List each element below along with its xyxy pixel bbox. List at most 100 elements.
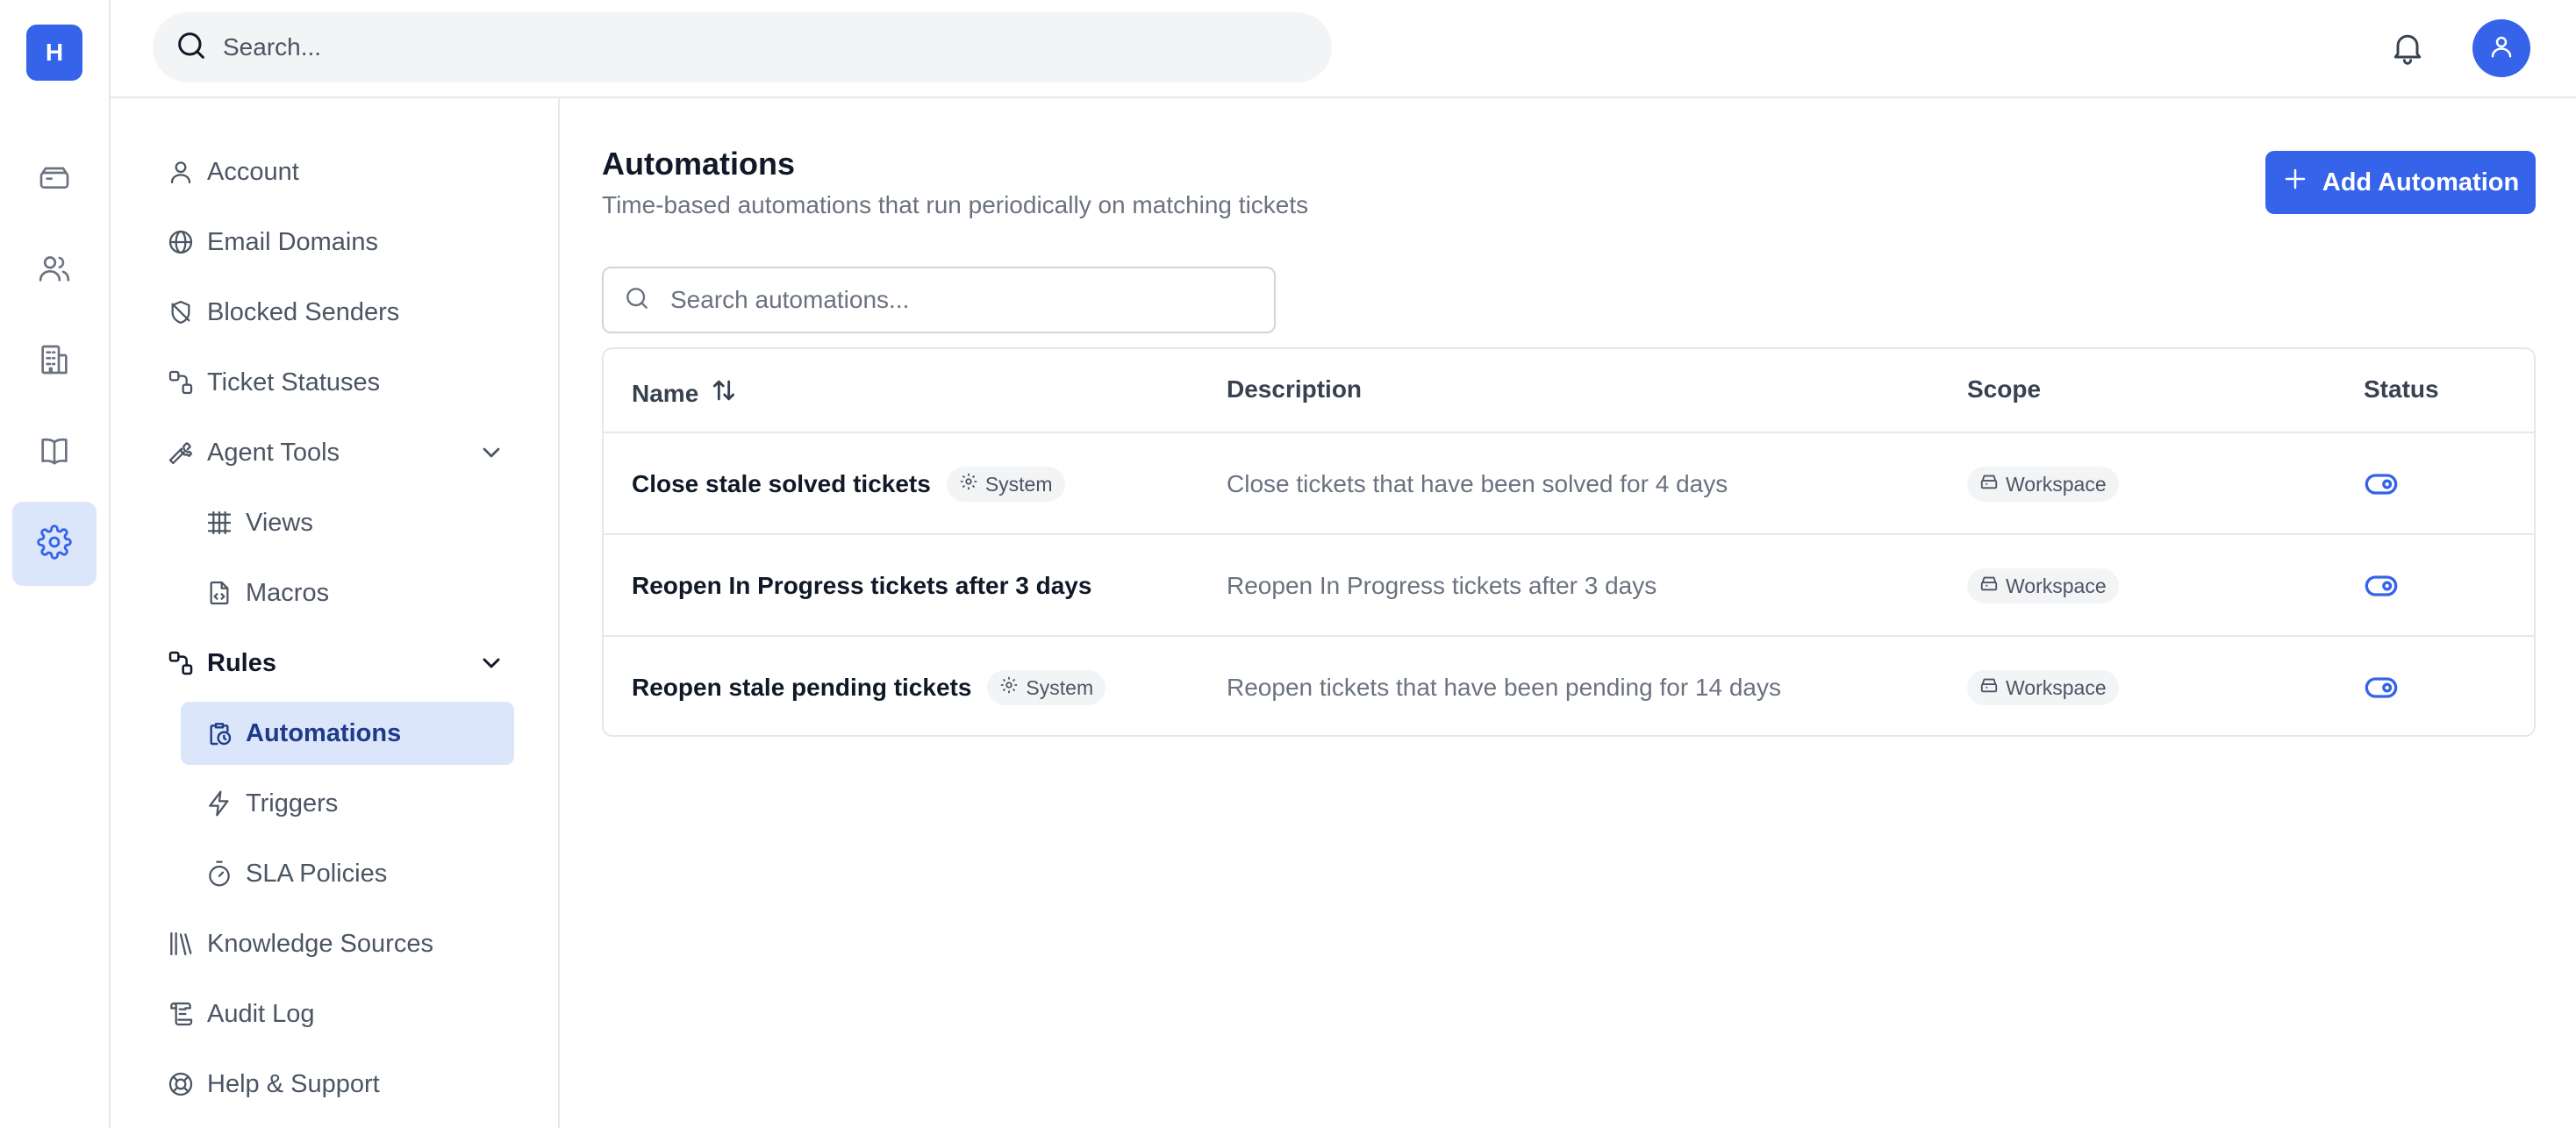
automation-name-cell: Reopen stale pending tickets System [632,637,1106,735]
nav-item-rules[interactable]: Rules [167,632,514,695]
wrench-icon [167,439,195,467]
sort-icon[interactable] [698,375,739,411]
settings-nav: Account Email Domains Blocked Senders Ti… [111,98,560,1128]
nav-item-label: Rules [207,648,276,677]
plus-icon [2282,166,2322,199]
automation-name-cell: Reopen In Progress tickets after 3 days [632,535,1091,637]
table-row[interactable]: Reopen stale pending tickets System Reop… [604,637,2534,735]
rail-contacts-button[interactable] [12,228,97,312]
rail-organizations-button[interactable] [12,319,97,403]
nav-item-knowledge-sources[interactable]: Knowledge Sources [167,912,514,975]
scope-cell: Workspace [1967,637,2119,735]
clipboard-clock-icon [205,719,233,747]
automations-search[interactable] [602,267,1276,333]
scope-badge: Workspace [1967,568,2119,603]
automation-description: Reopen In Progress tickets after 3 days [1227,572,1657,599]
automations-search-input[interactable] [670,286,1267,314]
table-row[interactable]: Close stale solved tickets System Close … [604,433,2534,535]
library-icon [167,930,195,958]
column-label: Name [632,379,699,407]
automation-name[interactable]: Reopen stale pending tickets [632,674,971,702]
status-toggle-icon[interactable] [2364,670,2399,705]
main-content: Automations Time-based automations that … [562,98,2576,1128]
nav-item-audit-log[interactable]: Audit Log [167,982,514,1046]
scope-label: Workspace [2006,472,2107,496]
nav-item-label: Automations [246,718,402,747]
nav-item-triggers[interactable]: Triggers [181,772,514,835]
add-automation-button[interactable]: Add Automation [2265,151,2536,214]
rail-knowledge-button[interactable] [12,411,97,495]
workflow-icon [167,649,195,677]
timer-icon [205,860,233,888]
column-header-scope: Scope [1967,375,2041,403]
nav-item-label: Account [207,157,299,186]
nav-item-agent-tools[interactable]: Agent Tools [167,421,514,484]
search-icon [623,284,651,317]
column-label: Status [2364,375,2439,403]
inbox-icon [37,160,72,199]
life-buoy-icon [167,1070,195,1098]
user-icon [2488,33,2515,64]
notifications-button[interactable] [2381,23,2434,75]
bell-icon [2388,28,2427,71]
status-cell [2364,637,2399,735]
nav-item-label: Macros [246,578,330,607]
nav-item-automations[interactable]: Automations [181,702,514,765]
gear-icon [959,472,985,496]
system-badge: System [987,670,1106,705]
nav-item-label: Views [246,508,313,537]
rail-tickets-button[interactable] [12,137,97,221]
nav-item-macros[interactable]: Macros [181,561,514,625]
workspace-icon [1979,472,2006,496]
nav-item-label: Ticket Statuses [207,368,381,396]
nav-item-sla-policies[interactable]: SLA Policies [181,842,514,905]
nav-item-label: Help & Support [207,1069,380,1098]
badge-label: System [1026,675,1094,699]
automation-name[interactable]: Reopen In Progress tickets after 3 days [632,572,1091,600]
nav-item-label: Blocked Senders [207,297,400,326]
file-code-icon [205,579,233,607]
automations-table: Name Description Scope Status Close stal… [602,347,2536,737]
global-search-input[interactable] [223,33,1276,61]
column-header-status: Status [2364,375,2439,403]
chevron-down-icon[interactable] [477,649,505,677]
nav-item-label: SLA Policies [246,859,388,888]
scope-cell: Workspace [1967,433,2119,535]
column-label: Description [1227,375,1363,403]
page-subtitle: Time-based automations that run periodic… [602,191,1309,218]
automation-name[interactable]: Close stale solved tickets [632,470,931,498]
column-label: Scope [1967,375,2042,403]
user-avatar[interactable] [2472,19,2530,77]
status-toggle-icon[interactable] [2364,467,2399,502]
scope-badge: Workspace [1967,670,2119,705]
status-toggle-icon[interactable] [2364,568,2399,603]
rail-settings-button[interactable] [12,502,97,586]
global-search[interactable] [153,12,1332,82]
book-icon [37,433,72,473]
column-header-description: Description [1227,375,1362,403]
chevron-down-icon[interactable] [477,439,505,467]
nav-item-label: Knowledge Sources [207,929,433,958]
nav-item-blocked-senders[interactable]: Blocked Senders [167,281,514,344]
scope-cell: Workspace [1967,535,2119,637]
status-cell [2364,433,2399,535]
nav-item-views[interactable]: Views [181,491,514,554]
nav-item-account[interactable]: Account [167,140,514,203]
nav-item-email-domains[interactable]: Email Domains [167,211,514,274]
workspace-icon [1979,574,2006,598]
workspace-icon [1979,675,2006,700]
app-logo[interactable]: H [26,25,82,81]
add-automation-label: Add Automation [2322,168,2520,196]
nav-item-ticket-statuses[interactable]: Ticket Statuses [167,351,514,414]
nav-item-help-support[interactable]: Help & Support [167,1053,514,1116]
users-icon [37,251,72,290]
globe-icon [167,228,195,256]
grid-icon [205,509,233,537]
column-header-name[interactable]: Name [632,375,739,411]
system-badge: System [946,467,1065,502]
scope-label: Workspace [2006,675,2107,699]
shield-off-icon [167,298,195,326]
gear-icon [37,524,72,564]
table-row[interactable]: Reopen In Progress tickets after 3 days … [604,535,2534,637]
lightning-icon [205,789,233,817]
